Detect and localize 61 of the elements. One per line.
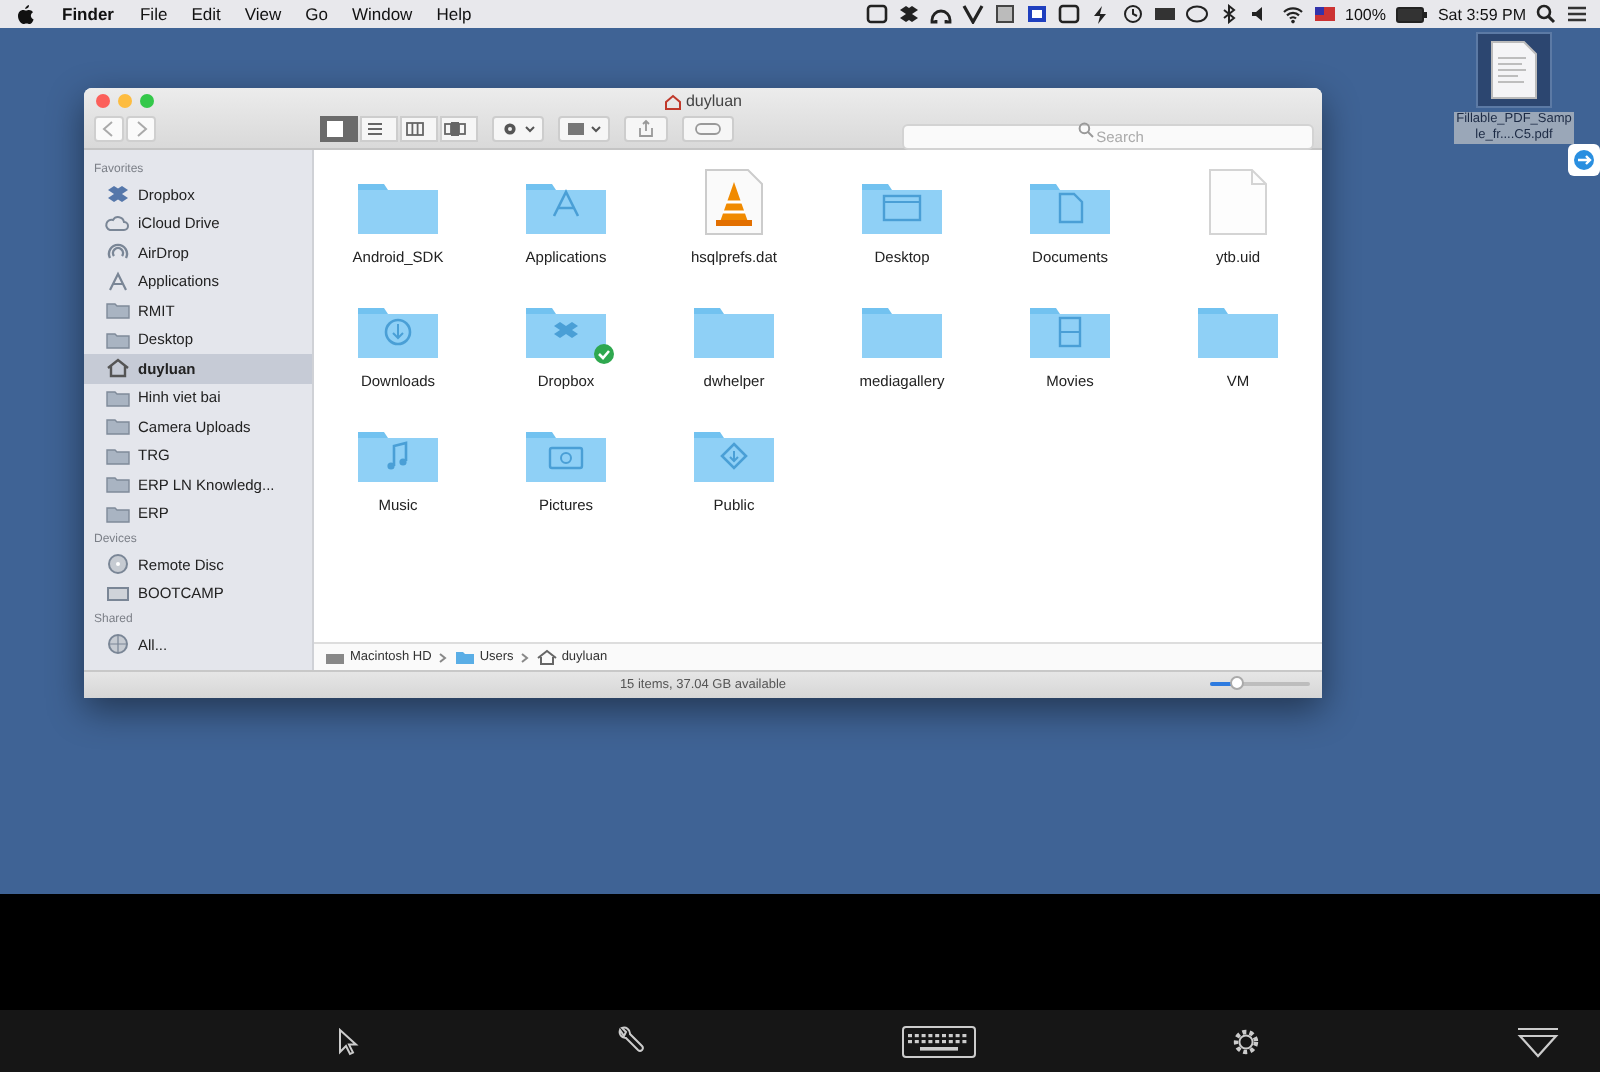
pointer-icon[interactable] <box>336 1027 360 1055</box>
square-icon[interactable] <box>1057 4 1079 24</box>
network-icon <box>104 632 132 657</box>
dropbox-icon <box>104 182 132 207</box>
close-button[interactable] <box>96 94 110 108</box>
flag-icon[interactable] <box>1313 4 1335 24</box>
tag-button[interactable] <box>682 116 734 142</box>
square-icon[interactable] <box>865 4 887 24</box>
chevron-icon <box>519 649 530 665</box>
list-icon[interactable] <box>1566 4 1588 24</box>
square-icon[interactable] <box>993 4 1015 24</box>
display-icon[interactable] <box>1153 4 1175 24</box>
drive-icon <box>324 648 346 666</box>
gear-menu-button[interactable] <box>492 116 544 142</box>
search-icon[interactable] <box>1536 4 1556 24</box>
wifi-icon[interactable] <box>1281 4 1303 24</box>
folder-icon <box>104 414 132 439</box>
oval-icon[interactable] <box>1185 4 1207 24</box>
square-icon[interactable] <box>1025 4 1047 24</box>
dropbox-icon[interactable] <box>897 4 919 24</box>
folder-icon <box>104 472 132 497</box>
cloud-icon <box>104 211 132 236</box>
cone-document-icon[interactable] <box>704 168 764 236</box>
arrange-menu-button[interactable] <box>558 116 610 142</box>
drive-icon <box>104 581 132 606</box>
disc-icon <box>104 552 132 577</box>
battery-percentage: 100% <box>1345 5 1386 23</box>
headphones-icon[interactable] <box>929 4 951 24</box>
menu-item[interactable]: File <box>139 4 168 24</box>
search-icon <box>1078 121 1094 137</box>
triangle-icon[interactable] <box>1516 1025 1560 1057</box>
settings-icon[interactable] <box>1229 1025 1262 1057</box>
menu-item[interactable]: View <box>244 4 282 24</box>
menu-item[interactable]: Help <box>436 4 472 24</box>
share-button[interactable] <box>624 116 668 142</box>
keyboard-icon[interactable] <box>901 1025 975 1057</box>
home-icon <box>535 648 558 666</box>
menu-item[interactable]: Finder <box>62 4 114 24</box>
clock[interactable]: Sat 3:59 PM <box>1437 5 1526 23</box>
folder-icon <box>104 443 132 468</box>
pdf-document-icon <box>1490 40 1538 100</box>
chevron-icon <box>437 649 448 665</box>
home-icon <box>663 93 682 109</box>
lightning-icon[interactable] <box>1089 4 1111 24</box>
v-letter-icon[interactable] <box>961 4 983 24</box>
applications-icon <box>104 269 132 294</box>
apple-menu-icon[interactable] <box>16 4 34 24</box>
home-icon <box>104 356 132 381</box>
view-mode-button[interactable] <box>320 116 358 142</box>
folder-icon <box>453 648 476 666</box>
wrench-icon[interactable] <box>614 1025 647 1057</box>
file-thumbnail-frame[interactable] <box>1476 32 1552 108</box>
app-icon[interactable] <box>1568 144 1600 176</box>
clock-icon[interactable] <box>1121 4 1143 24</box>
menu-item[interactable]: Window <box>351 4 413 24</box>
menu-item[interactable]: Edit <box>191 4 221 24</box>
battery-icon[interactable] <box>1395 5 1428 23</box>
menu-item[interactable]: Go <box>305 4 328 24</box>
folder-icon <box>104 298 132 323</box>
window-title: duyluan <box>685 92 743 110</box>
folder-icon <box>104 501 132 526</box>
